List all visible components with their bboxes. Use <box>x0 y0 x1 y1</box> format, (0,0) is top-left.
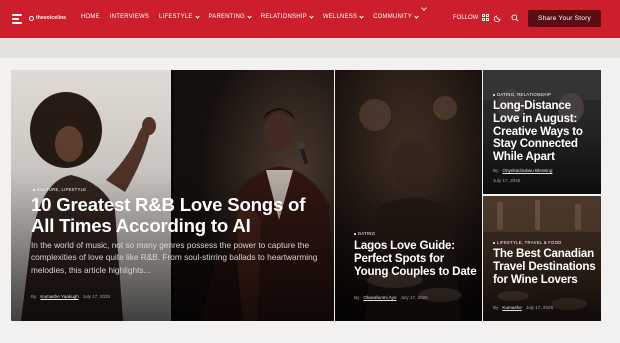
author-link[interactable]: Onyekachukwu Blessing <box>502 168 552 173</box>
nav-item-interviews[interactable]: INTERVIEWS <box>110 14 149 20</box>
author-link[interactable]: Kumashe Yaakugh <box>40 294 78 299</box>
main-nav: HOME INTERVIEWS LIFESTYLE PARENTING RELA… <box>81 13 428 20</box>
middle-article-title[interactable]: Lagos Love Guide: Perfect Spots for Youn… <box>354 239 478 278</box>
dark-mode-moon-icon[interactable] <box>494 14 502 22</box>
bullet-icon <box>33 188 35 191</box>
grid-icon <box>482 14 490 21</box>
follow-menu[interactable]: FOLLOW <box>453 14 490 21</box>
middle-article-categories[interactable]: DATING <box>354 231 375 236</box>
article-date: July 17, 2025 <box>525 305 554 310</box>
hamburger-menu-icon[interactable] <box>12 14 22 24</box>
bullet-icon <box>493 241 495 244</box>
nav-item-wellness[interactable]: WELLNESS <box>323 13 364 20</box>
nav-item-relationship[interactable]: RELATIONSHIP <box>261 13 314 20</box>
image-overlay <box>335 70 482 321</box>
chevron-down-icon <box>194 13 200 19</box>
lead-article-card[interactable]: CULTURE, LIFESTYLE 10 Greatest R&B Love … <box>11 70 334 321</box>
search-icon[interactable] <box>511 14 519 22</box>
nav-item-parenting[interactable]: PARENTING <box>209 13 252 20</box>
lead-article-excerpt: In the world of music, not so many genre… <box>31 240 318 275</box>
article-date: July 17, 2025 <box>82 294 111 299</box>
chevron-down-icon <box>247 13 252 19</box>
article-date: July 17, 2025 <box>400 295 428 300</box>
lead-article-categories[interactable]: CULTURE, LIFESTYLE <box>33 187 86 192</box>
lead-article-title[interactable]: 10 Greatest R&B Love Songs of All Times … <box>31 194 327 236</box>
bottom-right-article-meta: By Kumashe July 17, 2025 <box>493 305 554 310</box>
chevron-down-icon <box>414 13 419 19</box>
chevron-down-icon[interactable] <box>421 5 427 11</box>
lead-article-meta: By Kumashe Yaakugh July 17, 2025 <box>31 294 111 299</box>
author-link[interactable]: Oluwafunmi Ayo <box>363 295 396 300</box>
top-right-article-title[interactable]: Long-Distance Love in August: Creative W… <box>493 99 597 164</box>
top-right-article-meta: By Onyekachukwu Blessing <box>493 168 553 173</box>
bullet-icon <box>493 93 495 96</box>
top-right-article-categories[interactable]: DATING, RELATIONSHIP <box>493 92 551 97</box>
middle-article-meta: By Oluwafunmi Ayo July 17, 2025 <box>354 295 428 300</box>
share-your-story-button[interactable]: Share Your Story <box>528 10 601 27</box>
site-logo[interactable]: thevoiceline <box>29 15 66 21</box>
nav-item-home[interactable]: HOME <box>81 14 100 20</box>
chevron-down-icon <box>309 13 314 19</box>
top-right-article-card[interactable]: DATING, RELATIONSHIP Long-Distance Love … <box>483 70 601 194</box>
bottom-right-article-categories[interactable]: LIFESTYLE, TRAVEL & FOOD <box>493 240 562 245</box>
author-link[interactable]: Kumashe <box>502 305 521 310</box>
header-sub-bar <box>0 38 620 58</box>
logo-text: thevoiceline <box>36 15 67 21</box>
nav-item-community[interactable]: COMMUNITY <box>373 13 419 20</box>
middle-article-card[interactable]: DATING Lagos Love Guide: Perfect Spots f… <box>335 70 482 321</box>
bottom-right-article-title[interactable]: The Best Canadian Travel Destinations fo… <box>493 247 599 286</box>
bottom-right-article-card[interactable]: LIFESTYLE, TRAVEL & FOOD The Best Canadi… <box>483 196 601 321</box>
nav-item-lifestyle[interactable]: LIFESTYLE <box>159 13 200 20</box>
top-navigation-bar: thevoiceline HOME INTERVIEWS LIFESTYLE P… <box>0 0 620 38</box>
chevron-down-icon <box>359 13 364 19</box>
article-date: July 17, 2025 <box>493 178 521 183</box>
follow-label: FOLLOW <box>453 14 479 21</box>
logo-mark-icon <box>29 15 34 21</box>
bullet-icon <box>354 232 356 235</box>
